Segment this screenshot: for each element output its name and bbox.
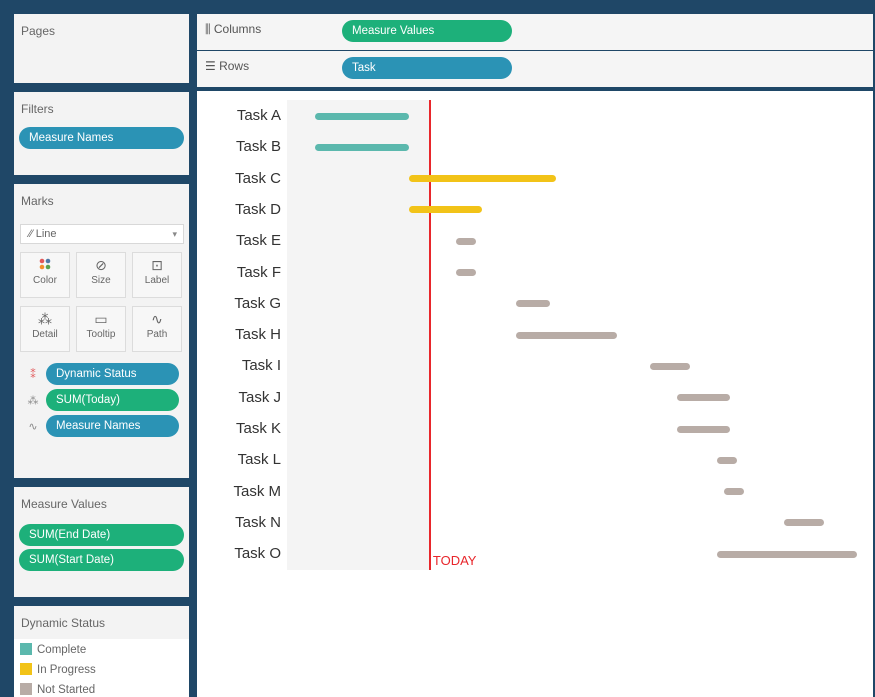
task-label: Task M xyxy=(233,482,281,500)
columns-icon: ⫼ xyxy=(205,22,214,36)
task-label: Task C xyxy=(235,169,281,187)
measure-values-card[interactable]: Measure Values SUM(End Date) SUM(Start D… xyxy=(14,487,189,597)
path-button-label: Path xyxy=(146,329,168,340)
filters-card[interactable]: Filters Measure Names xyxy=(14,92,189,175)
legend-label: Not Started xyxy=(37,684,96,696)
task-label: Task N xyxy=(235,513,281,531)
gantt-bar[interactable] xyxy=(408,206,483,214)
gantt-bar[interactable] xyxy=(516,331,617,339)
legend-item-not-started[interactable]: Not Started xyxy=(20,683,95,697)
detail-icon: ⁂ xyxy=(27,395,39,407)
gantt-bar[interactable] xyxy=(676,425,731,433)
gantt-bar[interactable] xyxy=(315,143,409,151)
tooltip-button-label: Tooltip xyxy=(86,329,116,340)
task-label: Task B xyxy=(235,138,281,156)
gantt-bar[interactable] xyxy=(650,362,691,370)
tooltip-button[interactable]: ▭ Tooltip xyxy=(76,306,126,352)
color-button-label: Color xyxy=(33,275,57,286)
gantt-bar[interactable] xyxy=(455,237,476,245)
columns-shelf[interactable]: ⫼ Columns Measure Values xyxy=(197,14,873,50)
in-progress-swatch xyxy=(20,663,32,675)
size-button-label: Size xyxy=(91,275,111,286)
detail-icon: ⁂ xyxy=(38,311,52,327)
legend-label: Complete xyxy=(37,644,87,656)
rows-icon: ☰ xyxy=(205,59,220,73)
dynamic-status-legend[interactable]: Dynamic Status Complete In Progress Not … xyxy=(14,606,189,697)
pages-title: Pages xyxy=(21,24,56,38)
columns-shelf-label: ⫼ Columns xyxy=(205,22,261,37)
path-icon: ∿ xyxy=(28,421,38,433)
gantt-bar[interactable] xyxy=(784,519,825,527)
path-icon: ∿ xyxy=(151,311,163,327)
chevron-down-icon: ▾ xyxy=(172,229,177,239)
task-label: Task K xyxy=(235,420,281,437)
tooltip-icon: ▭ xyxy=(94,311,108,327)
label-button[interactable]: ⊡ Label xyxy=(132,252,182,298)
mark-type-value: Line xyxy=(35,228,57,240)
rows-shelf[interactable]: ☰ Rows Task xyxy=(197,51,873,87)
task-label: Task E xyxy=(235,232,281,250)
marks-field-dynamic-status[interactable]: Dynamic Status xyxy=(46,363,179,385)
gantt-bar[interactable] xyxy=(455,269,476,276)
columns-pill-measure-values[interactable]: Measure Values xyxy=(342,20,512,42)
color-icon xyxy=(21,253,69,275)
marks-field-measure-names[interactable]: Measure Names xyxy=(46,415,179,437)
task-label: Task D xyxy=(235,200,281,218)
color-icon: ⁑ xyxy=(30,369,36,381)
task-label: Task O xyxy=(234,545,281,563)
label-icon: ⊡ xyxy=(151,257,163,273)
marks-field-sum-today[interactable]: SUM(Today) xyxy=(46,389,179,411)
columns-label-text: Columns xyxy=(213,22,262,36)
gantt-view[interactable]: TODAY Task A Task B Task C Task D Task E Task… xyxy=(197,91,873,697)
legend-items: Complete In Progress Not Started xyxy=(14,639,189,697)
complete-swatch xyxy=(20,643,32,655)
measure-values-title: Measure Values xyxy=(21,497,107,511)
gantt-bar[interactable] xyxy=(723,488,744,496)
line-mark-icon: ⁄⁄ xyxy=(29,228,36,240)
marks-card[interactable]: Marks ⁄⁄ Line ▾ Color ⊘ Size ⊡ Label ⁂ D… xyxy=(14,184,189,478)
gantt-bar[interactable] xyxy=(717,550,857,558)
task-label: Task H xyxy=(235,326,281,344)
legend-item-complete[interactable]: Complete xyxy=(20,643,86,657)
legend-label: In Progress xyxy=(37,664,96,676)
mark-type-select[interactable]: ⁄⁄ Line ▾ xyxy=(20,224,184,244)
task-label: Task G xyxy=(234,294,281,312)
filters-title: Filters xyxy=(21,102,54,116)
size-icon: ⊘ xyxy=(95,257,107,273)
task-label: Task F xyxy=(236,263,281,281)
gantt-bar[interactable] xyxy=(516,300,550,308)
measure-pill-start-date[interactable]: SUM(Start Date) xyxy=(19,549,184,571)
path-button[interactable]: ∿ Path xyxy=(132,306,182,352)
today-label: TODAY xyxy=(432,553,477,568)
today-line xyxy=(428,100,431,570)
label-button-label: Label xyxy=(144,275,170,286)
completed-region xyxy=(287,100,429,570)
detail-button[interactable]: ⁂ Detail xyxy=(20,306,70,352)
color-button[interactable]: Color xyxy=(20,252,70,298)
size-button[interactable]: ⊘ Size xyxy=(76,252,126,298)
gantt-bar[interactable] xyxy=(717,456,738,464)
filter-pill-measure-names[interactable]: Measure Names xyxy=(19,127,184,149)
marks-title: Marks xyxy=(21,194,54,208)
rows-label-text: Rows xyxy=(219,59,250,73)
task-label: Task J xyxy=(238,388,281,406)
rows-pill-task[interactable]: Task xyxy=(342,57,512,79)
rows-shelf-label: ☰ Rows xyxy=(205,59,249,73)
task-label: Task A xyxy=(236,107,281,124)
gantt-bar[interactable] xyxy=(408,175,557,183)
pages-card[interactable]: Pages xyxy=(14,14,189,83)
gantt-bar[interactable] xyxy=(676,394,731,402)
task-label: Task L xyxy=(237,451,281,469)
legend-title: Dynamic Status xyxy=(21,616,106,630)
measure-pill-end-date[interactable]: SUM(End Date) xyxy=(19,524,184,546)
detail-button-label: Detail xyxy=(32,329,58,340)
task-label: Task I xyxy=(241,357,281,375)
legend-item-in-progress[interactable]: In Progress xyxy=(20,663,96,677)
not-started-swatch xyxy=(20,683,32,695)
gantt-bar[interactable] xyxy=(315,112,409,120)
